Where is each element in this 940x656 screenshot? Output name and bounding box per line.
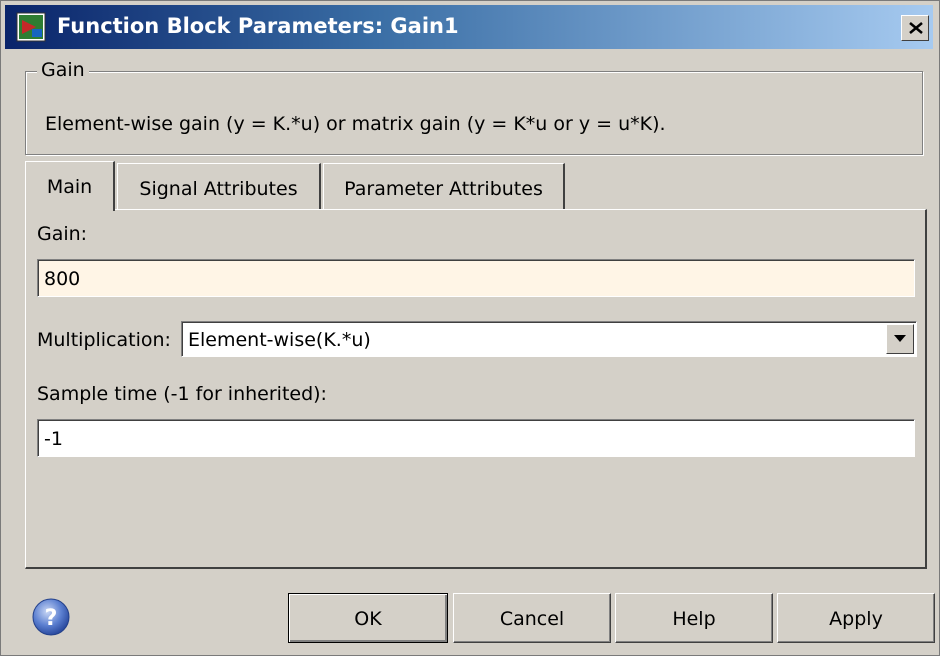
svg-text:?: ? (45, 606, 58, 631)
window-title: Function Block Parameters: Gain1 (57, 14, 459, 38)
tab-parameter-attributes-label: Parameter Attributes (344, 178, 543, 200)
block-description: Element-wise gain (y = K.*u) or matrix g… (45, 113, 666, 135)
sample-time-label: Sample time (-1 for inherited): (37, 383, 327, 405)
dropdown-button[interactable] (886, 324, 914, 354)
gain-input[interactable]: 800 (37, 259, 915, 297)
help-button[interactable]: Help (615, 593, 773, 643)
close-icon (909, 22, 923, 34)
gain-label: Gain: (37, 223, 88, 245)
cancel-button[interactable]: Cancel (453, 593, 611, 643)
ok-button-label: OK (354, 608, 382, 630)
tab-parameter-attributes[interactable]: Parameter Attributes (323, 163, 565, 209)
title-bar[interactable]: Function Block Parameters: Gain1 (5, 5, 933, 49)
apply-button-label: Apply (829, 608, 883, 630)
dialog-window: Function Block Parameters: Gain1 Gain El… (0, 0, 940, 656)
help-button-label: Help (672, 608, 716, 630)
help-icon[interactable]: ? (31, 597, 71, 637)
cancel-button-label: Cancel (499, 608, 565, 630)
multiplication-selected-value: Element-wise(K.*u) (188, 329, 371, 351)
close-button[interactable] (901, 15, 929, 41)
chevron-down-icon (894, 335, 906, 342)
sample-time-input[interactable]: -1 (37, 419, 915, 457)
simulink-block-icon (16, 12, 46, 42)
tab-signal-attributes-label: Signal Attributes (139, 178, 298, 200)
apply-button[interactable]: Apply (777, 593, 935, 643)
multiplication-select[interactable]: Element-wise(K.*u) (181, 321, 917, 357)
tab-main[interactable]: Main (25, 161, 115, 211)
groupbox-legend: Gain (37, 59, 89, 81)
tab-main-label: Main (46, 176, 93, 198)
tab-signal-attributes[interactable]: Signal Attributes (117, 163, 321, 209)
multiplication-label: Multiplication: (37, 329, 171, 351)
ok-button[interactable]: OK (288, 593, 448, 643)
